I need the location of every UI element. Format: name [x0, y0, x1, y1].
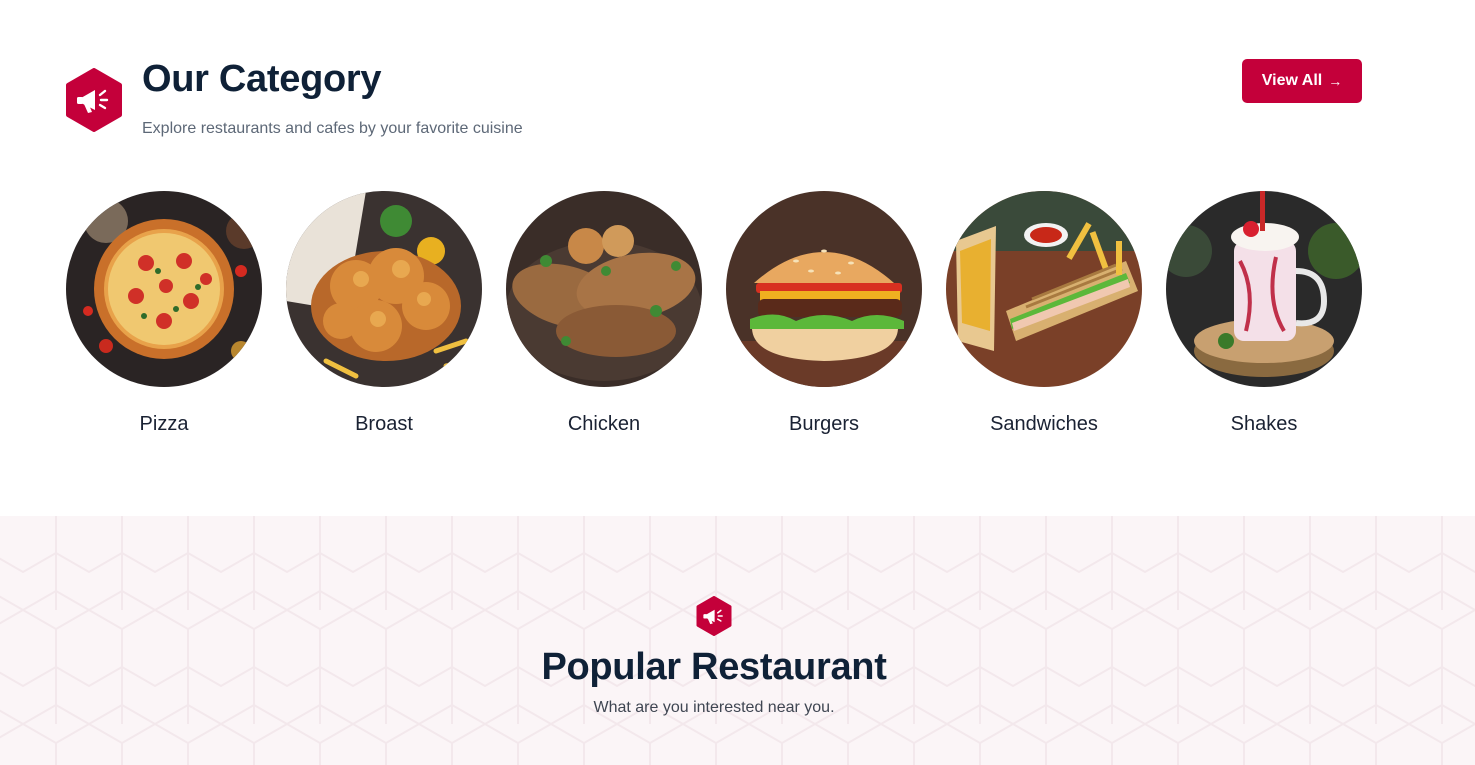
category-item-sandwiches[interactable]: Sandwiches — [946, 191, 1142, 436]
category-label: Pizza — [139, 413, 189, 435]
megaphone-icon — [696, 596, 732, 636]
category-label: Chicken — [567, 413, 641, 435]
hexagon-pattern-background — [0, 516, 1475, 765]
category-label: Broast — [355, 413, 413, 435]
view-all-button[interactable]: View All → — [1242, 59, 1362, 103]
category-label: Sandwiches — [990, 413, 1098, 435]
category-label: Burgers — [788, 413, 860, 435]
pizza-image — [66, 191, 262, 387]
popular-subtitle: What are you interested near you. — [593, 699, 835, 716]
category-item-shakes[interactable]: Shakes — [1166, 191, 1362, 436]
category-label: Shakes — [1230, 413, 1298, 435]
view-all-label: View All — [1261, 72, 1323, 89]
megaphone-icon — [66, 68, 122, 132]
category-section: Our Category Explore restaurants and caf… — [0, 0, 1475, 516]
category-list: Pizza Broast Chicken Burgers Sandwiches … — [66, 191, 1362, 436]
category-item-burgers[interactable]: Burgers — [726, 191, 922, 436]
category-item-pizza[interactable]: Pizza — [66, 191, 262, 436]
category-title: Our Category — [142, 58, 382, 100]
popular-title: Popular Restaurant — [541, 646, 887, 688]
arrow-right-icon: → — [1328, 73, 1343, 89]
category-subtitle: Explore restaurants and cafes by your fa… — [142, 120, 523, 137]
sandwich-image — [946, 191, 1142, 387]
shake-image — [1166, 191, 1362, 387]
category-item-broast[interactable]: Broast — [286, 191, 482, 436]
broast-image — [286, 191, 482, 387]
burger-image — [726, 191, 922, 387]
chicken-image — [506, 191, 702, 387]
page: Our Category Explore restaurants and caf… — [0, 0, 1475, 765]
category-item-chicken[interactable]: Chicken — [506, 191, 702, 436]
popular-restaurant-section: Popular Restaurant What are you interest… — [0, 516, 1475, 765]
